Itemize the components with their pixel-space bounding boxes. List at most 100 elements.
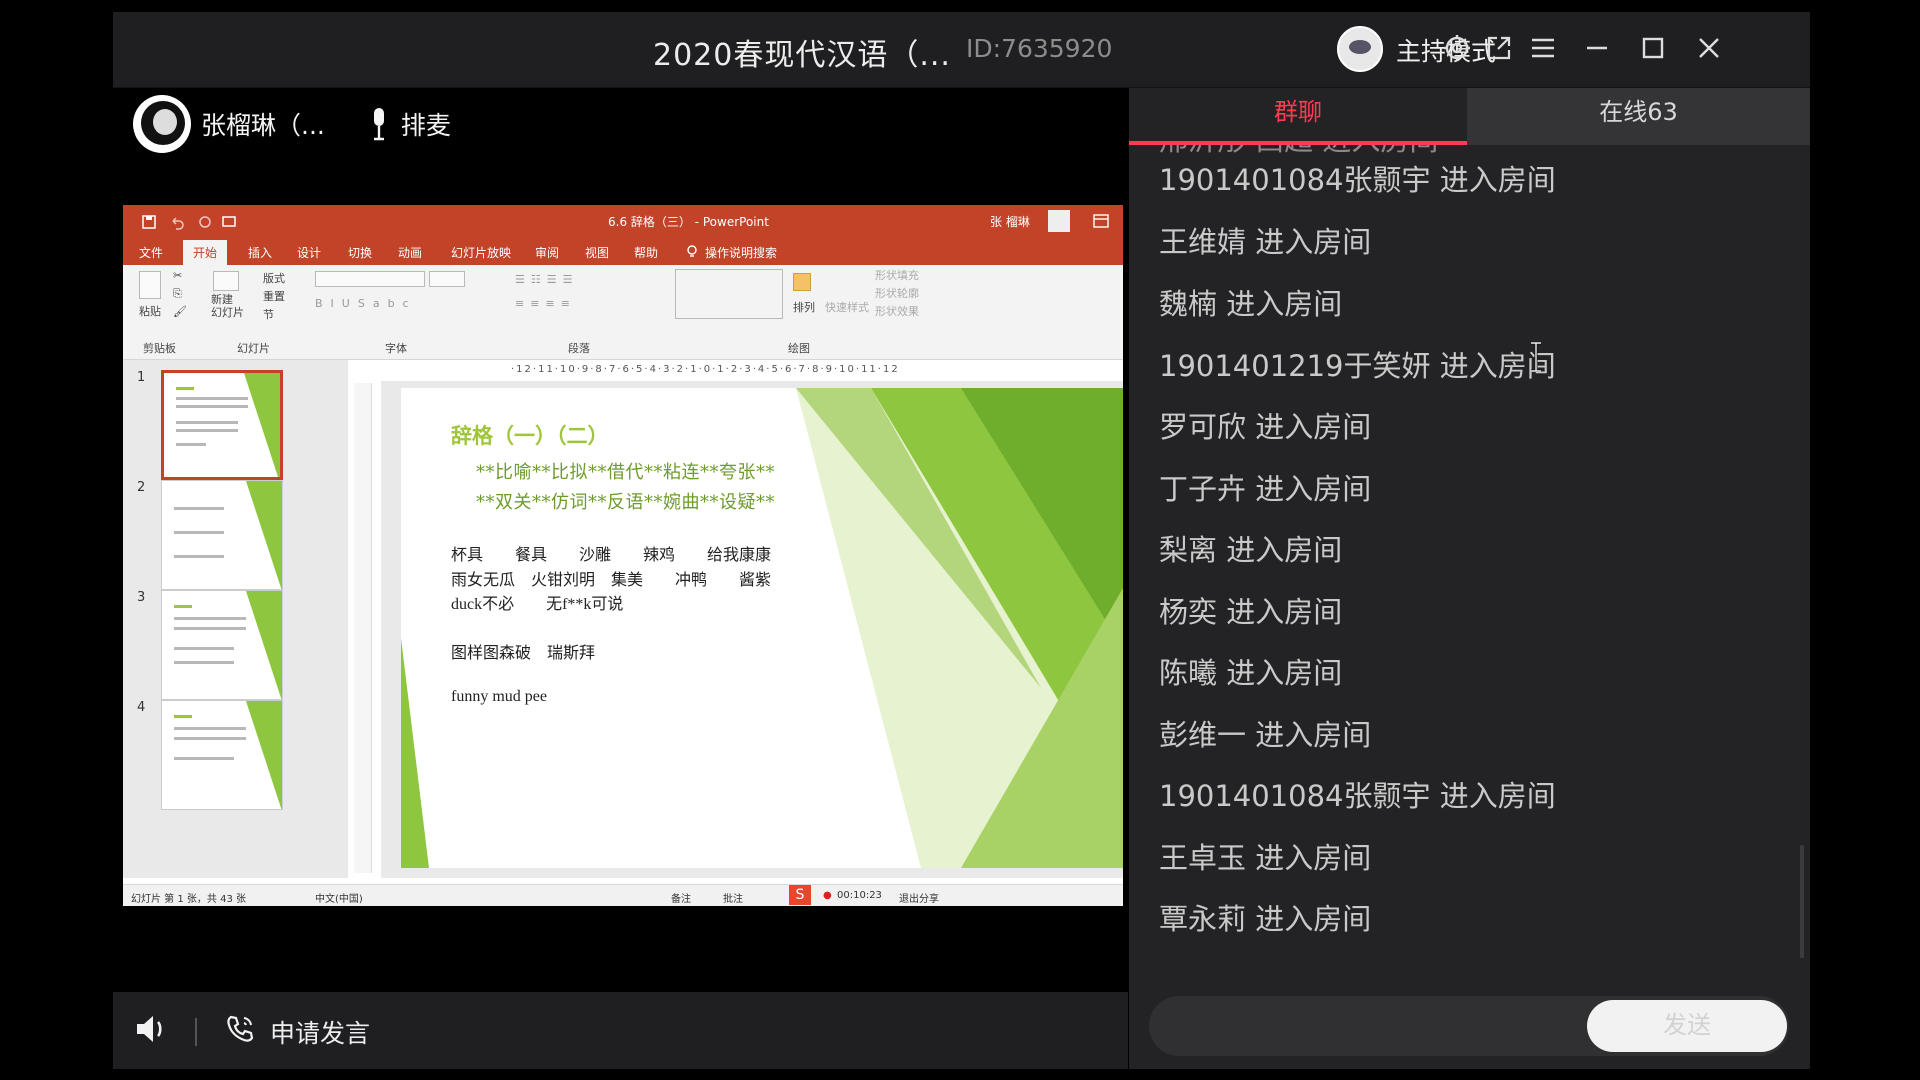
ppt-title-bar: 6.6 辞格（三） - PowerPoint 张 榴琳 [123,205,1123,238]
speaker-icon[interactable] [135,1014,169,1044]
tab-online-users[interactable]: 在线63 [1467,88,1810,145]
apply-to-speak-button[interactable]: 申请发言 [270,1014,370,1050]
ppt-tab-file[interactable]: 文件 [139,244,163,261]
thumb-number: 3 [137,590,146,605]
shared-screen: 6.6 辞格（三） - PowerPoint 张 榴琳 文件 开始 插入 设计 … [123,205,1123,906]
new-slide-label: 新建 幻灯片 [211,293,244,319]
share-timer: 00:10:23 [837,890,882,901]
chat-panel: 群聊 在线63 邢沂彤 西超 进入房间 1901401084张颢宇 进入房间 王… [1129,88,1810,1069]
host-avatar[interactable] [1337,26,1383,72]
group-paragraph: 段落 [568,342,590,355]
slide-count: 幻灯片 第 1 张，共 43 张 [131,894,246,905]
chat-tabs: 群聊 在线63 [1129,88,1810,145]
ribbon-display-icon [1093,214,1109,228]
section-label: 节 [263,308,274,321]
shape-effects-label: 形状效果 [875,305,919,318]
close-icon[interactable] [1687,26,1731,70]
ppt-ribbon-tabs: 文件 开始 插入 设计 切换 动画 幻灯片放映 审阅 视图 帮助 操作说明搜索 [123,238,1123,265]
chat-message: 彭维一 进入房间 [1159,718,1372,752]
settings-icon[interactable] [1435,26,1479,70]
chat-message: 丁子卉 进入房间 [1159,472,1372,506]
paste-icon [139,271,161,299]
room-id: ID:7635920 [966,34,1113,63]
ppt-tab-animations[interactable]: 动画 [398,244,422,261]
slide-thumbnail[interactable] [161,370,283,480]
chat-message: 罗可欣 进入房间 [1159,410,1372,444]
slide-canvas: 辞格（一）（二） **比喻**比拟**借代**粘连**夸张** **双关**仿词… [381,381,1123,878]
title-bar: 2020春现代汉语（... ID:7635920 主持模式 [113,12,1810,88]
paragraph-buttons: ☰☷☰☰ [515,273,579,286]
chat-message: 1901401219于笑妍 进入房间 [1159,349,1556,383]
language: 中文(中国) [315,894,363,905]
popout-icon[interactable] [1477,26,1521,70]
chat-message-list: 邢沂彤 西超 进入房间 1901401084张颢宇 进入房间 王维婧 进入房间 … [1129,145,1810,958]
classroom-app-window: 2020春现代汉语（... ID:7635920 主持模式 张榴琳（... 排麦… [113,12,1810,1069]
cut-icon: ✂ [173,269,183,282]
microphone-icon[interactable] [369,106,393,142]
slide-title: 辞格（一）（二） [451,423,609,448]
maximize-icon[interactable] [1631,26,1675,70]
group-clipboard: 剪贴板 [143,342,176,355]
copy-icon: ⎘ [173,287,182,300]
slide-thumbnail-pane: 1 2 3 4 [123,360,348,878]
divider [195,1018,197,1046]
group-drawing: 绘图 [788,342,810,355]
minimize-icon[interactable] [1575,26,1619,70]
ppt-tab-help[interactable]: 帮助 [634,244,658,261]
chat-message: 王维婧 进入房间 [1159,225,1372,259]
exit-share-button[interactable]: 退出分享 [899,890,939,905]
tab-group-chat[interactable]: 群聊 [1129,88,1467,145]
ppt-tab-transitions[interactable]: 切换 [348,244,372,261]
presenter-info: 张榴琳（... 排麦 [133,94,451,154]
font-format-buttons: BIUSabc [315,297,417,310]
ppt-tell-me[interactable]: 操作说明搜索 [705,244,777,261]
slide-line-1: **比喻**比拟**借代**粘连**夸张** [476,462,775,483]
vertical-ruler [354,383,372,873]
send-button[interactable]: 发送 [1587,1000,1787,1052]
chat-input[interactable] [1173,1008,1613,1044]
chat-scrollbar[interactable] [1800,845,1804,958]
redo-icon [199,216,211,228]
lightbulb-icon [687,245,697,257]
shapes-gallery [675,269,783,319]
phone-icon[interactable] [225,1014,255,1044]
thumb-number: 2 [137,480,146,495]
ppt-tab-review[interactable]: 审阅 [535,244,559,261]
menu-icon[interactable] [1521,26,1565,70]
recording-dot: ● [823,890,832,901]
ppt-status-bar: 幻灯片 第 1 张，共 43 张 中文(中国) S 备注 批注 ● 00:10:… [123,884,1123,906]
ppt-tab-insert[interactable]: 插入 [248,244,272,261]
ppt-tab-view[interactable]: 视图 [585,244,609,261]
slide-thumbnail[interactable] [161,480,283,590]
format-painter-icon: 🖌 [173,305,187,318]
ppt-tab-slideshow[interactable]: 幻灯片放映 [451,244,511,261]
ppt-tab-design[interactable]: 设计 [297,244,321,261]
presenter-name: 张榴琳（... [201,111,325,140]
slide-row-5: funny mud pee [451,688,547,705]
slide-row-3: duck不必 无f**k可说 [451,596,624,613]
chat-message: 1901401084张颢宇 进入房间 [1159,779,1556,813]
video-area: 张榴琳（... 排麦 6.6 辞格（三） - PowerPoint 张 榴琳 文… [113,88,1128,992]
chat-message: 1901401084张颢宇 进入房间 [1159,163,1556,197]
comments-button[interactable]: 批注 [723,890,743,905]
paste-label: 粘贴 [139,305,161,318]
ppt-ribbon: 粘贴 ✂ ⎘ 🖌 新建 幻灯片 版式 重置 节 BIUSabc ☰☷☰☰ ≡≡≡… [123,265,1123,360]
slide-thumbnail[interactable] [161,700,283,810]
slide-thumbnail[interactable] [161,590,283,700]
slide-row-2: 雨女无瓜 火钳刘明 集美 冲鸭 酱紫 [451,572,772,589]
group-slides: 幻灯片 [237,342,270,355]
queue-label[interactable]: 排麦 [401,106,451,142]
current-slide[interactable]: 辞格（一）（二） **比喻**比拟**借代**粘连**夸张** **双关**仿词… [401,388,1123,868]
thumb-number: 1 [137,370,146,385]
chat-input-box: 发送 [1149,996,1789,1056]
chat-message: 覃永莉 进入房间 [1159,902,1372,936]
notes-button[interactable]: 备注 [671,890,691,905]
slide-row-4: 图样图森破 瑞斯拜 [451,645,596,662]
ppt-tab-home[interactable]: 开始 [183,240,228,265]
sogou-ime-icon: S [789,885,811,905]
thumb-number: 4 [137,700,146,715]
ppt-user-name: 张 榴琳 [990,215,1030,229]
presenter-avatar[interactable] [133,95,191,153]
font-size-box [429,271,465,287]
align-buttons: ≡≡≡≡ [515,297,576,310]
